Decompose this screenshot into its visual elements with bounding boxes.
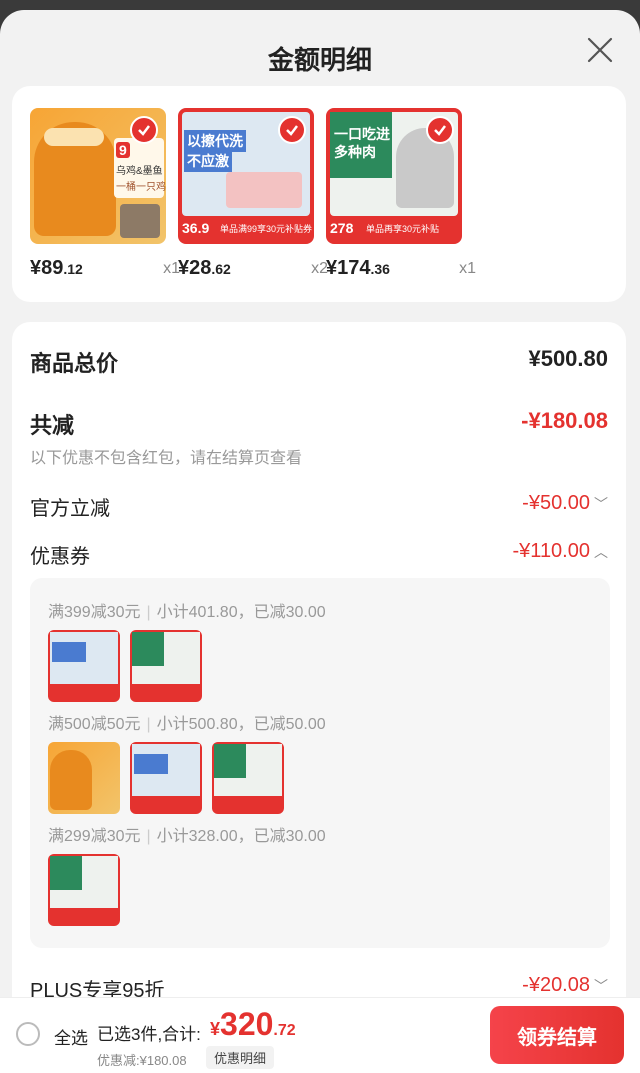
total-price-value: ¥500.80: [528, 346, 608, 371]
plus-discount-value: -¥20.08 ﹀: [522, 974, 608, 996]
official-discount-label: 官方立减: [30, 498, 110, 520]
close-icon: [587, 37, 613, 63]
coupon-rule-line: 满500减50元 | 小计500.80，已减50.00: [48, 716, 326, 733]
sheet-title: 金额明细: [267, 45, 372, 75]
official-discount-row[interactable]: 官方立减 -¥50.00 ﹀: [30, 492, 608, 522]
select-all-label[interactable]: 全选: [54, 1024, 88, 1049]
product-item[interactable]: 以擦代洗 不应激 36.9 单品满99享30元补贴券 ¥28.62 x2: [178, 108, 328, 279]
product-badge: 9: [116, 142, 130, 158]
price-detail-card: 商品总价 ¥500.80 共减 -¥180.08 以下优惠不包含红包，请在结算页…: [12, 322, 626, 1073]
product-price: ¥89.12: [30, 257, 83, 279]
selected-count: 已选3件,合计:: [97, 1025, 201, 1044]
product-image-text: 多种肉: [334, 144, 376, 160]
product-image-text: 单品满99享30元补贴券: [220, 224, 313, 234]
coupon-product-thumb: [48, 854, 120, 926]
price-row: ¥174.36 x1: [326, 256, 476, 280]
product-image-text: 以擦代洗: [184, 130, 246, 152]
coupon-product-thumb: [48, 630, 120, 702]
product-image-text: 一桶一只鸡: [116, 182, 166, 193]
total-reduce-row: 共减 -¥180.08: [30, 408, 608, 438]
product-image: 9 乌鸡&墨鱼 一桶一只鸡: [30, 108, 166, 244]
product-image-text: 乌鸡&墨鱼: [116, 166, 163, 177]
coupon-detail-box: 满399减30元 | 小计401.80，已减30.00 满500减50元 | 小计500…: [30, 578, 610, 948]
product-price: ¥28.62: [178, 257, 231, 279]
discount-note: 以下优惠不包含红包，请在结算页查看: [30, 450, 303, 467]
discount-total-note: 优惠减:¥180.08: [97, 1053, 187, 1068]
coupon-row[interactable]: 优惠券 -¥110.00 ︿: [30, 540, 608, 570]
select-all-radio[interactable]: [16, 1022, 40, 1046]
total-reduce-label: 共减: [30, 413, 75, 438]
price-row: ¥89.12 x1: [30, 256, 180, 280]
coupon-product-thumb: [130, 742, 202, 814]
product-price-tag: 278: [330, 220, 354, 236]
product-item[interactable]: 9 乌鸡&墨鱼 一桶一只鸡 ¥89.12 x1: [30, 108, 180, 279]
total-price-row: 商品总价 ¥500.80: [30, 346, 608, 376]
product-price: ¥174.36: [326, 257, 390, 279]
product-image-text: 单品再享30元补贴: [366, 224, 440, 234]
chevron-down-icon: ﹀: [594, 977, 608, 994]
product-image-text: 不应激: [184, 150, 232, 172]
total-reduce-value: -¥180.08: [521, 408, 608, 433]
coupon-product-thumb: [212, 742, 284, 814]
coupon-label: 优惠券: [30, 546, 90, 568]
price-row: ¥28.62 x2: [178, 256, 328, 280]
product-price-tag: 36.9: [182, 220, 210, 236]
checked-icon[interactable]: [278, 116, 306, 144]
coupon-rule-line: 满399减30元 | 小计401.80，已减30.00: [48, 604, 326, 621]
product-image-text: 一口吃进: [334, 126, 390, 142]
checkout-bar: 全选 已选3件,合计: ¥320.72 优惠减:¥180.08 优惠明细 领券结…: [0, 997, 640, 1073]
coupon-value: -¥110.00 ︿: [512, 540, 608, 562]
checkout-button[interactable]: 领券结算: [490, 1006, 624, 1064]
product-image: 以擦代洗 不应激 36.9 单品满99享30元补贴券: [178, 108, 314, 244]
product-item[interactable]: 一口吃进 多种肉 278 单品再享30元补贴 ¥174.36 x1: [326, 108, 476, 279]
coupon-product-thumb: [48, 742, 120, 814]
discount-detail-button[interactable]: 优惠明细: [206, 1046, 275, 1069]
product-card: 9 乌鸡&墨鱼 一桶一只鸡 ¥89.12 x1 以擦代洗 不应激 36.9 单品…: [12, 86, 626, 302]
chevron-down-icon: ﹀: [594, 495, 608, 512]
amount-detail-sheet: 金额明细 9 乌鸡&墨鱼 一桶一只鸡 ¥89.12 x1 以擦代洗 不应激 36…: [0, 10, 640, 1073]
close-button[interactable]: [582, 32, 618, 68]
checked-icon[interactable]: [426, 116, 454, 144]
checked-icon[interactable]: [130, 116, 158, 144]
chevron-up-icon: ︿: [594, 543, 608, 560]
coupon-rule-line: 满299减30元 | 小计328.00，已减30.00: [48, 828, 326, 845]
total-price-label: 商品总价: [30, 351, 119, 376]
coupon-product-thumb: [130, 630, 202, 702]
official-discount-value: -¥50.00 ﹀: [522, 492, 608, 514]
product-qty: x1: [459, 260, 476, 277]
product-image: 一口吃进 多种肉 278 单品再享30元补贴: [326, 108, 462, 244]
total-amount: ¥320.72: [210, 1006, 296, 1042]
